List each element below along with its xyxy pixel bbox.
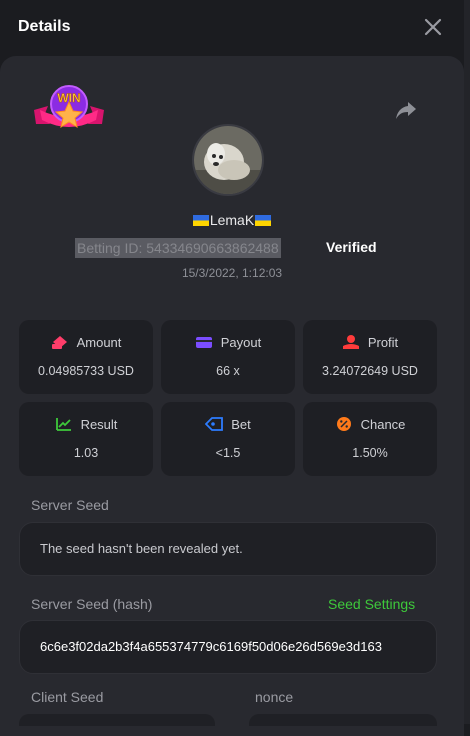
stat-label: Bet xyxy=(231,417,251,432)
seed-settings-link[interactable]: Seed Settings xyxy=(328,596,415,612)
flag-icon xyxy=(192,215,209,226)
stat-value: 1.03 xyxy=(73,446,99,460)
stat-card-result: Result 1.03 xyxy=(19,402,153,476)
stat-value: 66 x xyxy=(216,364,240,378)
flag-icon xyxy=(255,215,272,226)
nonce-label: nonce xyxy=(255,689,294,705)
stat-value: 3.24072649 USD xyxy=(322,364,418,378)
username: LemaK xyxy=(0,212,464,228)
client-seed-field[interactable] xyxy=(19,714,215,726)
stat-card-profit: Profit 3.24072649 USD xyxy=(303,320,437,394)
server-seed-hash-field[interactable]: 6c6e3f02da2b3f4a655374779c6169f50d06e26d… xyxy=(19,620,437,674)
win-badge-text: WIN xyxy=(57,91,80,105)
details-header: Details xyxy=(0,0,464,56)
server-seed-value: The seed hasn't been revealed yet. xyxy=(40,541,243,556)
stat-card-amount: Amount 0.04985733 USD xyxy=(19,320,153,394)
bet-icon xyxy=(204,417,224,431)
result-icon xyxy=(55,418,71,431)
stat-label: Profit xyxy=(367,335,399,350)
server-seed-hash-value: 6c6e3f02da2b3f4a655374779c6169f50d06e26d… xyxy=(40,639,382,654)
nonce-field[interactable] xyxy=(249,714,437,726)
verified-label: Verified xyxy=(326,239,377,255)
dog-photo-icon xyxy=(194,126,262,194)
background-strip xyxy=(464,0,470,724)
stat-card-payout: Payout 66 x xyxy=(161,320,295,394)
stat-value: <1.5 xyxy=(215,446,241,460)
amount-icon xyxy=(51,336,67,349)
chance-icon xyxy=(336,417,351,431)
betting-id[interactable]: Betting ID: 54334690663862488 xyxy=(75,238,281,258)
stat-card-chance: Chance 1.50% xyxy=(303,402,437,476)
stat-label: Payout xyxy=(220,335,262,350)
share-icon[interactable] xyxy=(394,98,418,122)
stat-value: 1.50% xyxy=(352,446,388,460)
stat-card-bet: Bet <1.5 xyxy=(161,402,295,476)
close-icon[interactable] xyxy=(422,16,444,38)
profit-icon xyxy=(342,335,359,349)
server-seed-label: Server Seed xyxy=(31,497,109,513)
stat-value: 0.04985733 USD xyxy=(38,364,134,378)
payout-icon xyxy=(195,337,212,348)
server-seed-hash-label: Server Seed (hash) xyxy=(31,596,153,612)
client-seed-label: Client Seed xyxy=(31,689,104,705)
username-text: LemaK xyxy=(209,212,255,228)
avatar xyxy=(192,124,264,196)
page-title: Details xyxy=(18,18,71,35)
server-seed-field[interactable]: The seed hasn't been revealed yet. xyxy=(19,522,437,576)
stat-label: Amount xyxy=(76,335,122,350)
stat-label: Chance xyxy=(360,417,406,432)
stat-label: Result xyxy=(80,417,118,432)
win-badge-icon: WIN xyxy=(34,85,104,129)
bet-datetime: 15/3/2022, 1:12:03 xyxy=(181,266,283,280)
